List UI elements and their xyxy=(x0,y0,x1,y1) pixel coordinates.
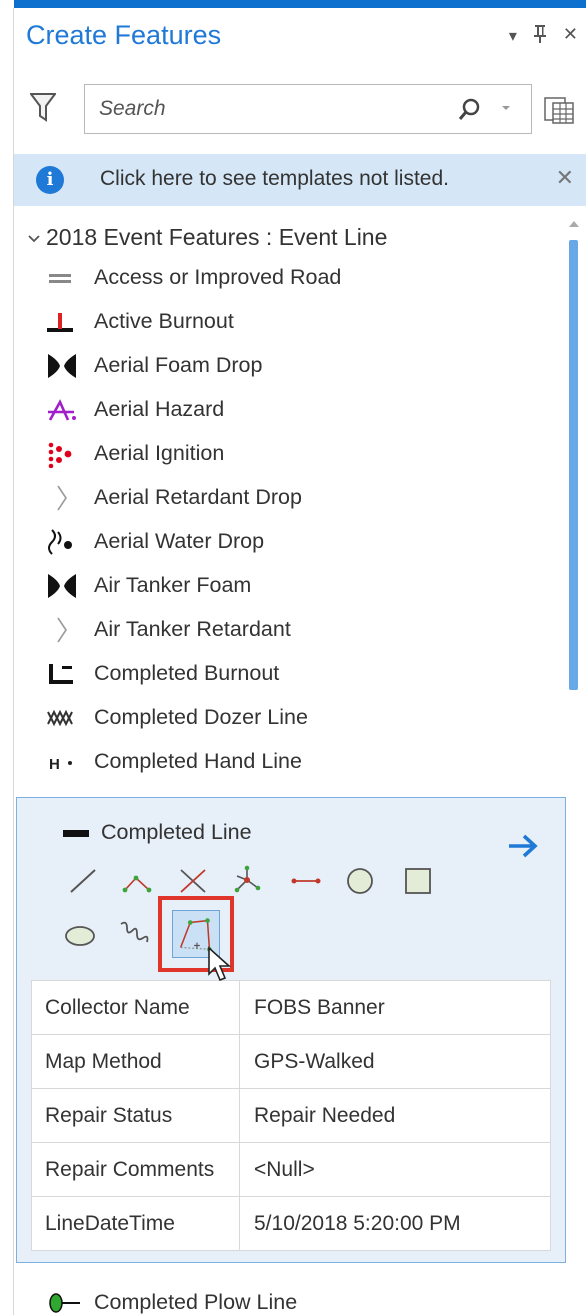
template-label: Active Burnout xyxy=(94,309,234,333)
attribute-name: Map Method xyxy=(31,1034,240,1089)
options-menu-icon[interactable]: ▾ xyxy=(509,26,517,49)
plow-line-icon xyxy=(49,1293,80,1313)
template-item[interactable]: Completed Plow Line xyxy=(46,1283,556,1315)
templates-not-listed-bar[interactable]: i Click here to see templates not listed… xyxy=(14,154,586,206)
attribute-row[interactable]: Repair Comments <Null> xyxy=(31,1142,551,1197)
template-label: Aerial Hazard xyxy=(94,397,225,421)
selected-template-panel: Completed Line Collector Name FOBS Banne… xyxy=(16,797,566,1263)
midpoint-tool-icon[interactable] xyxy=(231,864,265,898)
attribute-row[interactable]: LineDateTime 5/10/2018 5:20:00 PM xyxy=(31,1196,551,1251)
line-tool-icon[interactable] xyxy=(67,864,101,898)
template-item[interactable]: Completed Burnout xyxy=(46,654,556,694)
attribute-value[interactable]: FOBS Banner xyxy=(239,980,551,1035)
template-label: Completed Burnout xyxy=(94,661,280,685)
pane-top-accent xyxy=(14,0,586,8)
freehand-tool-icon[interactable] xyxy=(117,916,151,950)
attribute-name: LineDateTime xyxy=(31,1196,240,1251)
template-item[interactable]: Access or Improved Road xyxy=(46,258,556,298)
attribute-name: Collector Name xyxy=(31,980,240,1035)
solid-line-icon xyxy=(63,830,89,837)
dozer-icon xyxy=(47,709,73,727)
burnout-l-icon xyxy=(49,664,73,684)
attribute-value[interactable]: <Null> xyxy=(239,1142,551,1197)
info-bar-text[interactable]: Click here to see templates not listed. xyxy=(100,167,449,191)
template-label: Aerial Retardant Drop xyxy=(94,485,302,509)
template-item[interactable]: Aerial Hazard xyxy=(46,390,556,430)
pane-left-frame xyxy=(0,8,14,1315)
manage-templates-icon[interactable] xyxy=(544,96,576,126)
template-item[interactable]: Aerial Foam Drop xyxy=(46,346,556,386)
group-collapse-icon[interactable] xyxy=(28,231,40,247)
template-label: Aerial Water Drop xyxy=(94,529,265,553)
svg-text:H: H xyxy=(49,756,60,773)
template-attributes-table: Collector Name FOBS Banner Map Method GP… xyxy=(31,980,551,1251)
attribute-row[interactable]: Map Method GPS-Walked xyxy=(31,1034,551,1089)
template-label: Completed Plow Line xyxy=(94,1290,298,1314)
arrow-right-icon[interactable] xyxy=(507,832,539,860)
template-item[interactable]: Air Tanker Retardant xyxy=(46,610,556,650)
template-item[interactable]: Completed Dozer Line xyxy=(46,698,556,738)
attribute-name: Repair Comments xyxy=(31,1142,240,1197)
window-buttons: ▾ ✕ xyxy=(509,24,578,49)
template-item[interactable]: Air Tanker Foam xyxy=(46,566,556,606)
search-input[interactable] xyxy=(99,95,439,123)
attribute-value[interactable]: 5/10/2018 5:20:00 PM xyxy=(239,1196,551,1251)
trace-tool-icon[interactable] xyxy=(289,864,323,898)
foam-drop-icon xyxy=(48,574,76,598)
attribute-value[interactable]: Repair Needed xyxy=(239,1088,551,1143)
search-icon[interactable] xyxy=(457,97,481,123)
template-item[interactable]: Aerial Retardant Drop xyxy=(46,478,556,518)
template-item[interactable]: Active Burnout xyxy=(46,302,556,342)
arc-tool-icon[interactable] xyxy=(177,864,211,898)
foam-drop-icon xyxy=(48,354,76,378)
template-item[interactable]: H Completed Hand Line xyxy=(46,742,556,782)
double-line-icon xyxy=(49,274,71,283)
attribute-row[interactable]: Collector Name FOBS Banner xyxy=(31,980,551,1035)
ignition-icon xyxy=(48,442,72,468)
right-angle-tool-icon[interactable] xyxy=(121,864,155,898)
template-label: Completed Dozer Line xyxy=(94,705,308,729)
info-bar-close-icon[interactable]: ✕ xyxy=(556,165,574,191)
pane-title: Create Features xyxy=(26,20,222,50)
template-label: Aerial Foam Drop xyxy=(94,353,263,377)
template-label: Air Tanker Retardant xyxy=(94,617,291,641)
template-label: Aerial Ignition xyxy=(94,441,225,465)
scrollbar-thumb[interactable] xyxy=(569,240,578,690)
close-icon[interactable]: ✕ xyxy=(563,24,578,49)
template-item[interactable]: Aerial Ignition xyxy=(46,434,556,474)
attribute-row[interactable]: Repair Status Repair Needed xyxy=(31,1088,551,1143)
filter-icon[interactable] xyxy=(30,92,56,122)
scroll-up-icon[interactable] xyxy=(568,218,580,230)
template-label: Air Tanker Foam xyxy=(94,573,252,597)
group-title: 2018 Event Features : Event Line xyxy=(46,224,388,250)
search-box xyxy=(84,84,532,134)
hand-line-icon: H xyxy=(49,756,72,773)
water-drop-icon xyxy=(48,529,72,555)
attribute-name: Repair Status xyxy=(31,1088,240,1143)
pin-icon[interactable] xyxy=(533,24,547,49)
circle-tool-icon[interactable] xyxy=(343,864,377,898)
info-icon: i xyxy=(36,166,64,194)
search-dropdown-icon[interactable] xyxy=(501,103,511,113)
template-label: Completed Hand Line xyxy=(94,749,302,773)
ellipse-tool-icon[interactable] xyxy=(63,918,97,952)
create-features-pane: Create Features ▾ ✕ i Click here to see … xyxy=(14,8,586,1315)
selected-template-title: Completed Line xyxy=(101,820,252,844)
rectangle-tool-icon[interactable] xyxy=(401,864,435,898)
burnout-t-icon xyxy=(47,313,73,332)
template-item[interactable]: Aerial Water Drop xyxy=(46,522,556,562)
template-group-header[interactable]: 2018 Event Features : Event Line xyxy=(28,224,387,251)
chevron-outline-icon xyxy=(57,617,67,643)
template-label: Access or Improved Road xyxy=(94,265,342,289)
mouse-cursor-icon xyxy=(208,946,232,982)
chevron-outline-icon xyxy=(57,485,67,511)
attribute-value[interactable]: GPS-Walked xyxy=(239,1034,551,1089)
hazard-icon xyxy=(48,399,76,421)
